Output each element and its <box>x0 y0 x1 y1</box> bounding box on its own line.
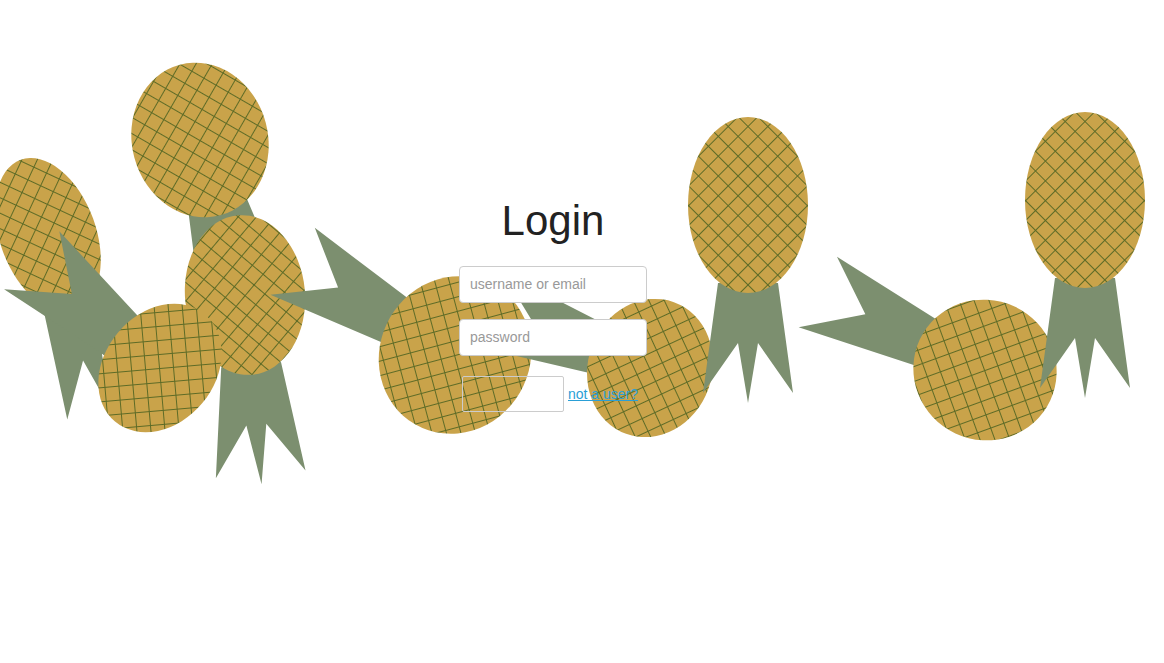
login-form: Login not a user? <box>458 196 648 412</box>
login-heading: Login <box>502 196 605 246</box>
password-field[interactable] <box>459 319 647 356</box>
login-button[interactable] <box>462 376 564 412</box>
username-field[interactable] <box>459 266 647 303</box>
action-row: not a user? <box>458 376 648 412</box>
signup-link[interactable]: not a user? <box>568 384 638 405</box>
